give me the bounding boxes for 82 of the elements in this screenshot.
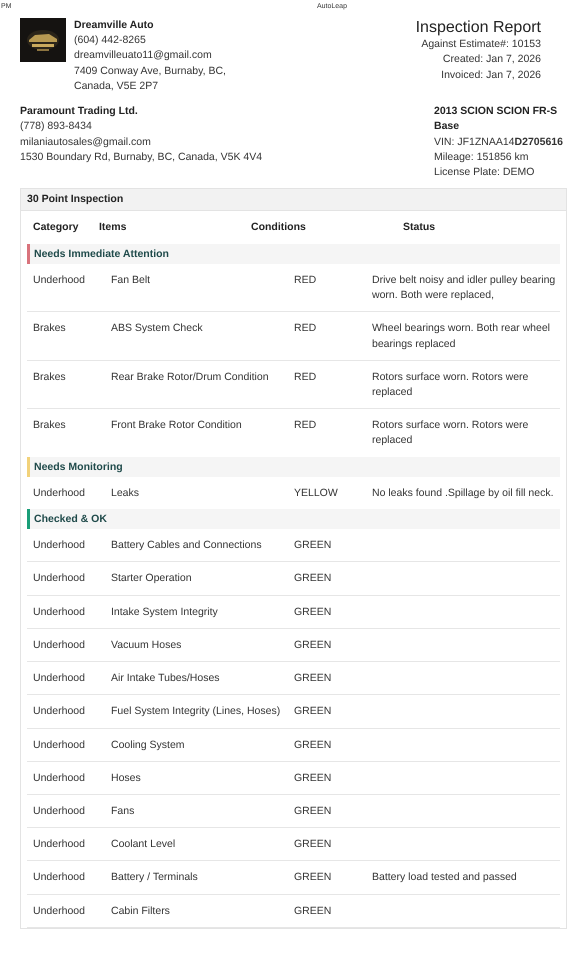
- category-cell-text: Brakes: [33, 418, 67, 434]
- category-cell-text: Underhood: [33, 904, 86, 919]
- item-cell-text: Coolant Level: [111, 837, 176, 852]
- condition-cell-text: GREEN: [294, 904, 332, 919]
- customer-name: Paramount Trading Ltd.: [20, 104, 139, 120]
- condition-cell-text: GREEN: [294, 571, 332, 586]
- item-cell-text: Starter Operation: [111, 571, 193, 586]
- item-cell-text: Battery / Terminals: [111, 870, 199, 886]
- item-cell-text: Rear Brake Rotor/Drum Condition: [111, 370, 270, 385]
- item-cell-text: Fuel System Integrity (Lines, Hoses): [111, 704, 282, 720]
- status-cell-text: Rotors surface worn. Rotors were replaced: [372, 418, 530, 448]
- customer-phone: (778) 893-8434: [20, 119, 93, 134]
- item-cell-text: Fans: [111, 804, 136, 819]
- condition-cell-text: GREEN: [294, 638, 332, 653]
- category-cell-text: Underhood: [33, 738, 86, 753]
- report-detail: Invoiced: Jan 7, 2026: [440, 68, 541, 83]
- item-cell-text: Fan Belt: [111, 272, 152, 288]
- condition-cell-text: GREEN: [294, 671, 332, 686]
- category-cell-text: Brakes: [33, 321, 67, 336]
- condition-cell-text: GREEN: [294, 604, 332, 620]
- status-cell-text: No leaks found .Spillage by oil fill neck.: [372, 486, 555, 501]
- status-cell-text: Drive belt noisy and idler pulley bearing worn. Both were replaced,: [372, 272, 556, 304]
- condition-cell-text: RED: [294, 272, 318, 288]
- logo: [20, 18, 66, 62]
- category-cell-text: Underhood: [33, 671, 86, 686]
- category-cell-text: Underhood: [33, 486, 86, 501]
- category-cell-text: Underhood: [33, 837, 86, 852]
- item-cell-text: Vacuum Hoses: [111, 638, 182, 653]
- report-detail: Against Estimate#: 10153: [420, 37, 541, 52]
- condition-cell-text: RED: [294, 418, 318, 434]
- shop-name: Dreamville Auto: [74, 18, 155, 33]
- condition-cell-text: RED: [294, 370, 318, 385]
- category-cell-text: Underhood: [33, 770, 86, 786]
- inspection-title: 30 Point Inspection: [21, 189, 566, 212]
- category-cell-text: Underhood: [33, 638, 86, 653]
- item-cell-text: Battery Cables and Connections: [111, 538, 263, 554]
- shop-email: dreamvilleuato11@gmail.com: [74, 48, 213, 64]
- shop-phone: (604) 442-8265: [74, 33, 147, 48]
- condition-cell-text: GREEN: [294, 704, 332, 720]
- item-cell-text: Hoses: [111, 770, 142, 786]
- report-title: Inspection Report: [416, 18, 541, 38]
- condition-cell-text: YELLOW: [294, 486, 339, 501]
- report-detail: Created: Jan 7, 2026: [442, 52, 541, 68]
- item-cell-text: Leaks: [111, 486, 140, 501]
- category-cell-text: Brakes: [33, 370, 67, 385]
- customer-address: 1530 Boundary Rd, Burnaby, BC, Canada, V5K 4V4: [20, 150, 262, 165]
- column-header: Status: [403, 220, 436, 236]
- condition-cell-text: GREEN: [294, 538, 332, 554]
- item-cell-text: Air Intake Tubes/Hoses: [111, 671, 221, 686]
- group-header: Needs Immediate Attention: [27, 244, 560, 264]
- license-plate: License Plate: DEMO: [434, 164, 536, 180]
- customer-email: milaniautosales@gmail.com: [20, 134, 152, 150]
- item-cell-text: Cooling System: [111, 738, 186, 753]
- status-cell-text: Wheel bearings worn. Both rear wheel bearings replaced: [372, 321, 552, 352]
- category-cell-text: Underhood: [33, 870, 86, 886]
- category-cell-text: Underhood: [33, 604, 86, 620]
- category-cell-text: Underhood: [33, 538, 86, 554]
- column-header: Items: [99, 220, 128, 236]
- category-cell-text: Underhood: [33, 272, 86, 288]
- item-cell-text: Cabin Filters: [111, 904, 171, 919]
- vehicle-name: 2013 SCION SCION FR-S Base: [434, 104, 558, 134]
- condition-cell-text: GREEN: [294, 738, 332, 753]
- vehicle-vin: VIN: JF1ZNAA14D2705616: [434, 134, 563, 150]
- condition-cell-text: GREEN: [294, 870, 332, 886]
- category-cell-text: Underhood: [33, 704, 86, 720]
- status-cell-text: Battery load tested and passed: [372, 870, 518, 886]
- condition-cell-text: GREEN: [294, 770, 332, 786]
- column-header: Category: [33, 220, 80, 236]
- group-header: Needs Monitoring: [27, 456, 560, 477]
- vehicle-mileage: Mileage: 151856 km: [434, 150, 530, 165]
- condition-cell-text: GREEN: [294, 837, 332, 852]
- category-cell-text: Underhood: [33, 804, 86, 819]
- group-header: Checked & OK: [27, 509, 560, 530]
- column-header: Conditions: [251, 220, 307, 236]
- category-cell-text: Underhood: [33, 571, 86, 586]
- item-cell-text: ABS System Check: [111, 321, 204, 336]
- item-cell-text: Front Brake Rotor Condition: [111, 418, 243, 434]
- item-cell-text: Intake System Integrity: [111, 604, 219, 620]
- status-cell-text: Rotors surface worn. Rotors were replaced: [372, 370, 530, 400]
- shop-address: 7409 Conway Ave, Burnaby, BC, Canada, V5E 2P7: [74, 64, 227, 94]
- condition-cell-text: GREEN: [294, 804, 332, 819]
- condition-cell-text: RED: [294, 321, 318, 336]
